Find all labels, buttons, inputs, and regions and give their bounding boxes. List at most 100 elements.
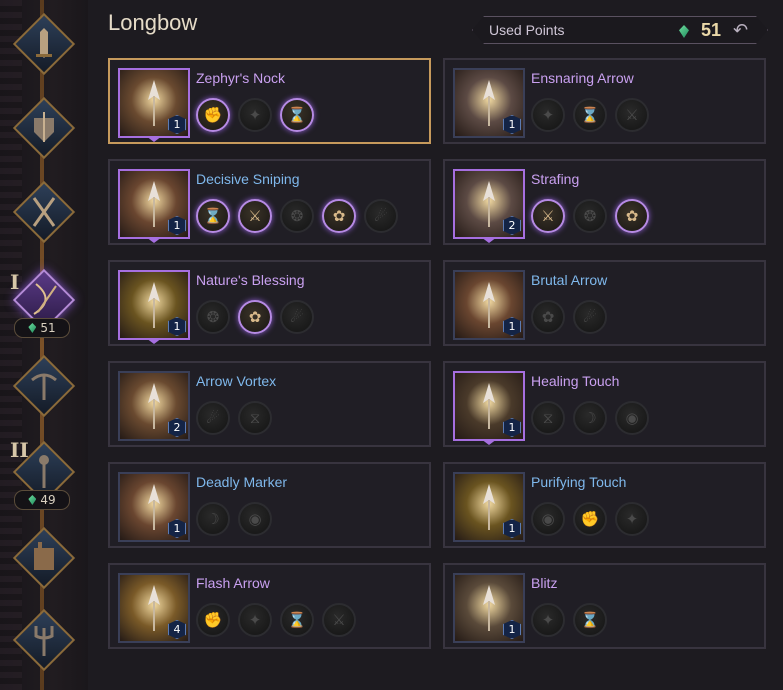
fortress-icon[interactable] [12, 526, 76, 590]
page-title: Longbow [108, 10, 198, 35]
longbow-icon-glyph [33, 283, 57, 315]
skill-card[interactable]: 1 Brutal Arrow ✿ ☄ [443, 260, 766, 346]
staff-icon-glyph [39, 455, 49, 488]
skill-icon[interactable]: 1 [453, 270, 525, 340]
sword-icon[interactable] [12, 12, 76, 76]
skill-icon[interactable]: 1 [118, 169, 190, 239]
section-points-value: 49 [40, 493, 56, 507]
skill-modifier-icon[interactable]: ⚔ [238, 199, 272, 233]
skill-modifier-icon[interactable]: ☽ [196, 502, 230, 536]
skill-modifiers: ☄ ⧖ [196, 401, 272, 435]
skill-modifier-icon[interactable]: ❂ [280, 199, 314, 233]
skill-name: Blitz [531, 575, 558, 591]
skill-modifier-icon[interactable]: ⌛ [280, 98, 314, 132]
skill-modifiers: ✦ ⌛ ⚔ [531, 98, 649, 132]
skill-modifier-icon[interactable]: ◉ [615, 401, 649, 435]
skill-modifier-icon[interactable]: ⚔ [531, 199, 565, 233]
skill-modifier-icon[interactable]: ✿ [322, 199, 356, 233]
skill-card[interactable]: 2 Strafing ⚔ ❂ ✿ [443, 159, 766, 245]
skill-modifier-icon[interactable]: ⧖ [531, 401, 565, 435]
skill-modifier-icon[interactable]: ⚔ [322, 603, 356, 637]
shield-icon[interactable] [12, 96, 76, 160]
skill-icon[interactable]: 1 [118, 68, 190, 138]
used-points-label: Used Points [489, 22, 565, 38]
owned-indicator-icon [481, 439, 497, 445]
skill-name: Arrow Vortex [196, 373, 277, 389]
skill-modifier-icon[interactable]: ✿ [615, 199, 649, 233]
skill-modifiers: ◉ ✊ ✦ [531, 502, 649, 536]
owned-indicator-icon [481, 237, 497, 243]
skill-icon[interactable]: 2 [453, 169, 525, 239]
skill-modifier-icon[interactable]: ⌛ [280, 603, 314, 637]
skill-modifiers: ☽ ◉ [196, 502, 272, 536]
skill-name: Ensnaring Arrow [531, 70, 634, 86]
skill-modifier-icon[interactable]: ❂ [196, 300, 230, 334]
skill-name: Zephyr's Nock [196, 70, 286, 86]
dual-blades-icon[interactable] [12, 180, 76, 244]
skill-card[interactable]: 1 Healing Touch ⧖ ☽ ◉ [443, 361, 766, 447]
skill-card[interactable]: 2 Arrow Vortex ☄ ⧖ [108, 361, 431, 447]
skill-icon[interactable]: 1 [453, 68, 525, 138]
skill-name: Flash Arrow [196, 575, 270, 591]
skill-name: Strafing [531, 171, 580, 187]
skill-card[interactable]: 1 Zephyr's Nock ✊ ✦ ⌛ [108, 58, 431, 144]
owned-indicator-icon [146, 237, 162, 243]
skill-modifier-icon[interactable]: ☄ [196, 401, 230, 435]
gem-icon [679, 25, 689, 38]
trident-icon-glyph [34, 626, 54, 656]
skill-modifier-icon[interactable]: ☽ [573, 401, 607, 435]
skill-modifiers: ✊ ✦ ⌛ [196, 98, 314, 132]
skill-card[interactable]: 1 Purifying Touch ◉ ✊ ✦ [443, 462, 766, 548]
skill-name: Brutal Arrow [531, 272, 608, 288]
skill-card[interactable]: 1 Deadly Marker ☽ ◉ [108, 462, 431, 548]
skill-icon[interactable]: 1 [118, 270, 190, 340]
gem-icon [28, 495, 37, 505]
skill-modifier-icon[interactable]: ✦ [531, 98, 565, 132]
gem-icon [28, 323, 37, 333]
skill-modifier-icon[interactable]: ✦ [531, 603, 565, 637]
trident-icon[interactable] [12, 608, 76, 672]
skill-modifier-icon[interactable]: ✦ [238, 98, 272, 132]
skill-icon[interactable]: 1 [118, 472, 190, 542]
skill-modifier-icon[interactable]: ☄ [280, 300, 314, 334]
skill-modifier-icon[interactable]: ✿ [531, 300, 565, 334]
skill-name: Healing Touch [531, 373, 620, 389]
skill-card[interactable]: 1 Ensnaring Arrow ✦ ⌛ ⚔ [443, 58, 766, 144]
skill-card[interactable]: 4 Flash Arrow ✊ ✦ ⌛ ⚔ [108, 563, 431, 649]
skill-modifier-icon[interactable]: ✦ [615, 502, 649, 536]
section-points-badge: 51 [14, 318, 70, 338]
skill-modifier-icon[interactable]: ✦ [238, 603, 272, 637]
skill-modifier-icon[interactable]: ⌛ [573, 603, 607, 637]
skill-modifier-icon[interactable]: ⌛ [573, 98, 607, 132]
skill-card[interactable]: 1 Nature's Blessing ❂ ✿ ☄ [108, 260, 431, 346]
skill-name: Nature's Blessing [196, 272, 305, 288]
skill-modifier-icon[interactable]: ✊ [573, 502, 607, 536]
dual-blades-icon-glyph [32, 197, 56, 227]
owned-indicator-icon [146, 136, 162, 142]
skill-card[interactable]: 1 Decisive Sniping ⌛ ⚔ ❂ ✿ ☄ [108, 159, 431, 245]
skill-modifier-icon[interactable]: ☄ [573, 300, 607, 334]
skill-modifier-icon[interactable]: ⚔ [615, 98, 649, 132]
skill-icon[interactable]: 4 [118, 573, 190, 643]
skill-icon[interactable]: 1 [453, 371, 525, 441]
section-points-value: 51 [40, 321, 56, 335]
skill-modifier-icon[interactable]: ✿ [238, 300, 272, 334]
skill-modifiers: ❂ ✿ ☄ [196, 300, 314, 334]
skill-name: Decisive Sniping [196, 171, 300, 187]
skill-modifier-icon[interactable]: ☄ [364, 199, 398, 233]
skill-icon[interactable]: 1 [453, 472, 525, 542]
skill-modifier-icon[interactable]: ◉ [531, 502, 565, 536]
skill-modifier-icon[interactable]: ◉ [238, 502, 272, 536]
skill-modifier-icon[interactable]: ✊ [196, 603, 230, 637]
crossbow-icon[interactable] [12, 354, 76, 418]
skill-modifier-icon[interactable]: ❂ [573, 199, 607, 233]
skill-icon[interactable]: 1 [453, 573, 525, 643]
skill-modifier-icon[interactable]: ⧖ [238, 401, 272, 435]
skill-modifier-icon[interactable]: ✊ [196, 98, 230, 132]
skill-modifier-icon[interactable]: ⌛ [196, 199, 230, 233]
section-points-badge: 49 [14, 490, 70, 510]
skill-card[interactable]: 1 Blitz ✦ ⌛ [443, 563, 766, 649]
fortress-icon-glyph [34, 542, 54, 570]
undo-icon[interactable]: ↶ [733, 20, 748, 41]
skill-icon[interactable]: 2 [118, 371, 190, 441]
